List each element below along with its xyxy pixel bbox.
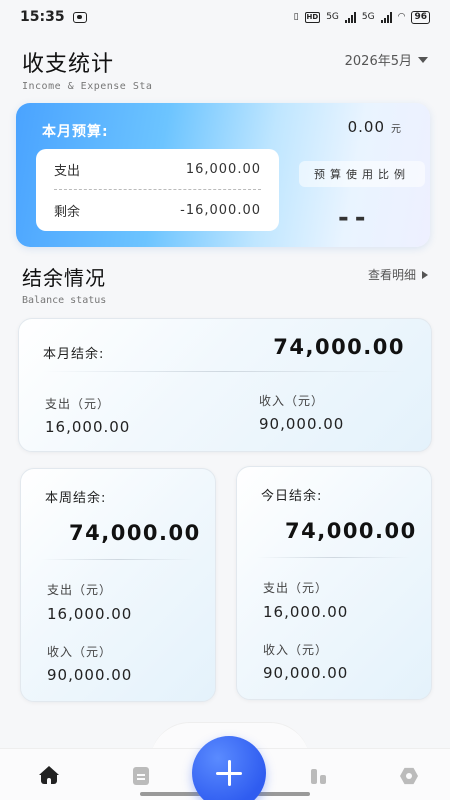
- month-selector-label: 2026年5月: [344, 54, 412, 69]
- plus-icon: [216, 760, 242, 786]
- budget-remaining-label: 剩余: [54, 204, 81, 220]
- signal-icon-1: [344, 11, 356, 23]
- view-details-link[interactable]: 查看明细: [368, 266, 428, 283]
- signal-icon-2: [380, 11, 392, 23]
- tab-settings[interactable]: [398, 766, 420, 786]
- tab-home[interactable]: [38, 766, 60, 786]
- chevron-right-icon: [422, 270, 428, 279]
- network-5g-label-1: 5G: [326, 12, 339, 22]
- month-balance-card[interactable]: 本月结余: 74,000.00 支出（元） 16,000.00 收入（元） 90…: [18, 318, 432, 452]
- wifi-icon: ◠: [397, 12, 406, 22]
- tab-records[interactable]: [130, 766, 152, 786]
- card-divider: [41, 559, 195, 560]
- add-record-button[interactable]: [192, 736, 266, 800]
- section-subtitle: Balance status: [22, 295, 107, 306]
- hd-label: HD: [304, 11, 321, 23]
- notification-app-icon: [72, 11, 87, 23]
- budget-card[interactable]: 本月预算: 0.00 元 支出 16,000.00 剩余 -16,000.00 …: [16, 103, 430, 247]
- budget-ratio-label: 预算使用比例: [299, 161, 425, 187]
- budget-expense-label: 支出: [54, 163, 81, 179]
- day-balance-card[interactable]: 今日结余: 74,000.00 支出（元） 16,000.00 收入（元） 90…: [236, 466, 432, 700]
- status-bar: 15:35 ▯ HD 5G 5G ◠ 96: [0, 0, 450, 34]
- balance-section-header: 结余情况 Balance status 查看明细: [22, 262, 428, 306]
- day-balance-value: 74,000.00: [285, 519, 417, 543]
- chevron-down-icon: [418, 56, 428, 63]
- budget-ratio-value: --: [338, 203, 372, 233]
- day-income-label: 收入（元）: [263, 643, 329, 657]
- month-income-label: 收入（元）: [259, 394, 325, 408]
- budget-summary-box: 支出 16,000.00 剩余 -16,000.00: [36, 149, 279, 231]
- month-expense-label: 支出（元）: [45, 397, 111, 411]
- month-balance-label: 本月结余:: [43, 347, 105, 362]
- month-balance-value: 74,000.00: [273, 335, 405, 359]
- week-expense-value: 16,000.00: [47, 605, 133, 623]
- budget-remaining-row: 剩余 -16,000.00: [54, 190, 261, 230]
- battery-indicator: 96: [411, 10, 430, 24]
- network-5g-label-2: 5G: [361, 12, 375, 22]
- week-income-label: 收入（元）: [47, 645, 113, 659]
- status-indicators: ▯ HD 5G 5G ◠ 96: [293, 10, 430, 24]
- budget-expense-row: 支出 16,000.00: [54, 149, 261, 189]
- month-expense-value: 16,000.00: [45, 418, 131, 436]
- budget-amount-unit: 元: [391, 124, 402, 135]
- month-selector[interactable]: 2026年5月: [345, 50, 428, 69]
- budget-remaining-value: -16,000.00: [180, 202, 261, 218]
- view-details-label: 查看明细: [367, 268, 416, 282]
- day-expense-value: 16,000.00: [263, 603, 349, 621]
- card-divider: [43, 371, 407, 372]
- vibrate-icon: ▯: [293, 12, 299, 22]
- budget-amount-value: 0.00: [347, 118, 385, 136]
- week-income-value: 90,000.00: [47, 666, 133, 684]
- tab-statistics[interactable]: [308, 766, 330, 786]
- week-balance-card[interactable]: 本周结余: 74,000.00 支出（元） 16,000.00 收入（元） 90…: [20, 468, 216, 702]
- day-expense-label: 支出（元）: [263, 581, 329, 595]
- budget-expense-value: 16,000.00: [185, 161, 261, 177]
- month-income-value: 90,000.00: [259, 415, 345, 433]
- budget-amount: 0.00 元: [348, 118, 402, 136]
- budget-label: 本月预算:: [42, 124, 109, 140]
- day-balance-label: 今日结余:: [261, 489, 323, 504]
- card-divider: [257, 557, 411, 558]
- week-expense-label: 支出（元）: [47, 583, 113, 597]
- week-balance-value: 74,000.00: [69, 521, 201, 545]
- page-subtitle: Income & Expense Sta: [22, 81, 153, 92]
- page-header: 收支统计 Income & Expense Sta 2026年5月: [22, 46, 428, 94]
- week-balance-label: 本周结余:: [45, 491, 107, 506]
- day-income-value: 90,000.00: [263, 664, 349, 682]
- status-time: 15:35: [20, 9, 65, 25]
